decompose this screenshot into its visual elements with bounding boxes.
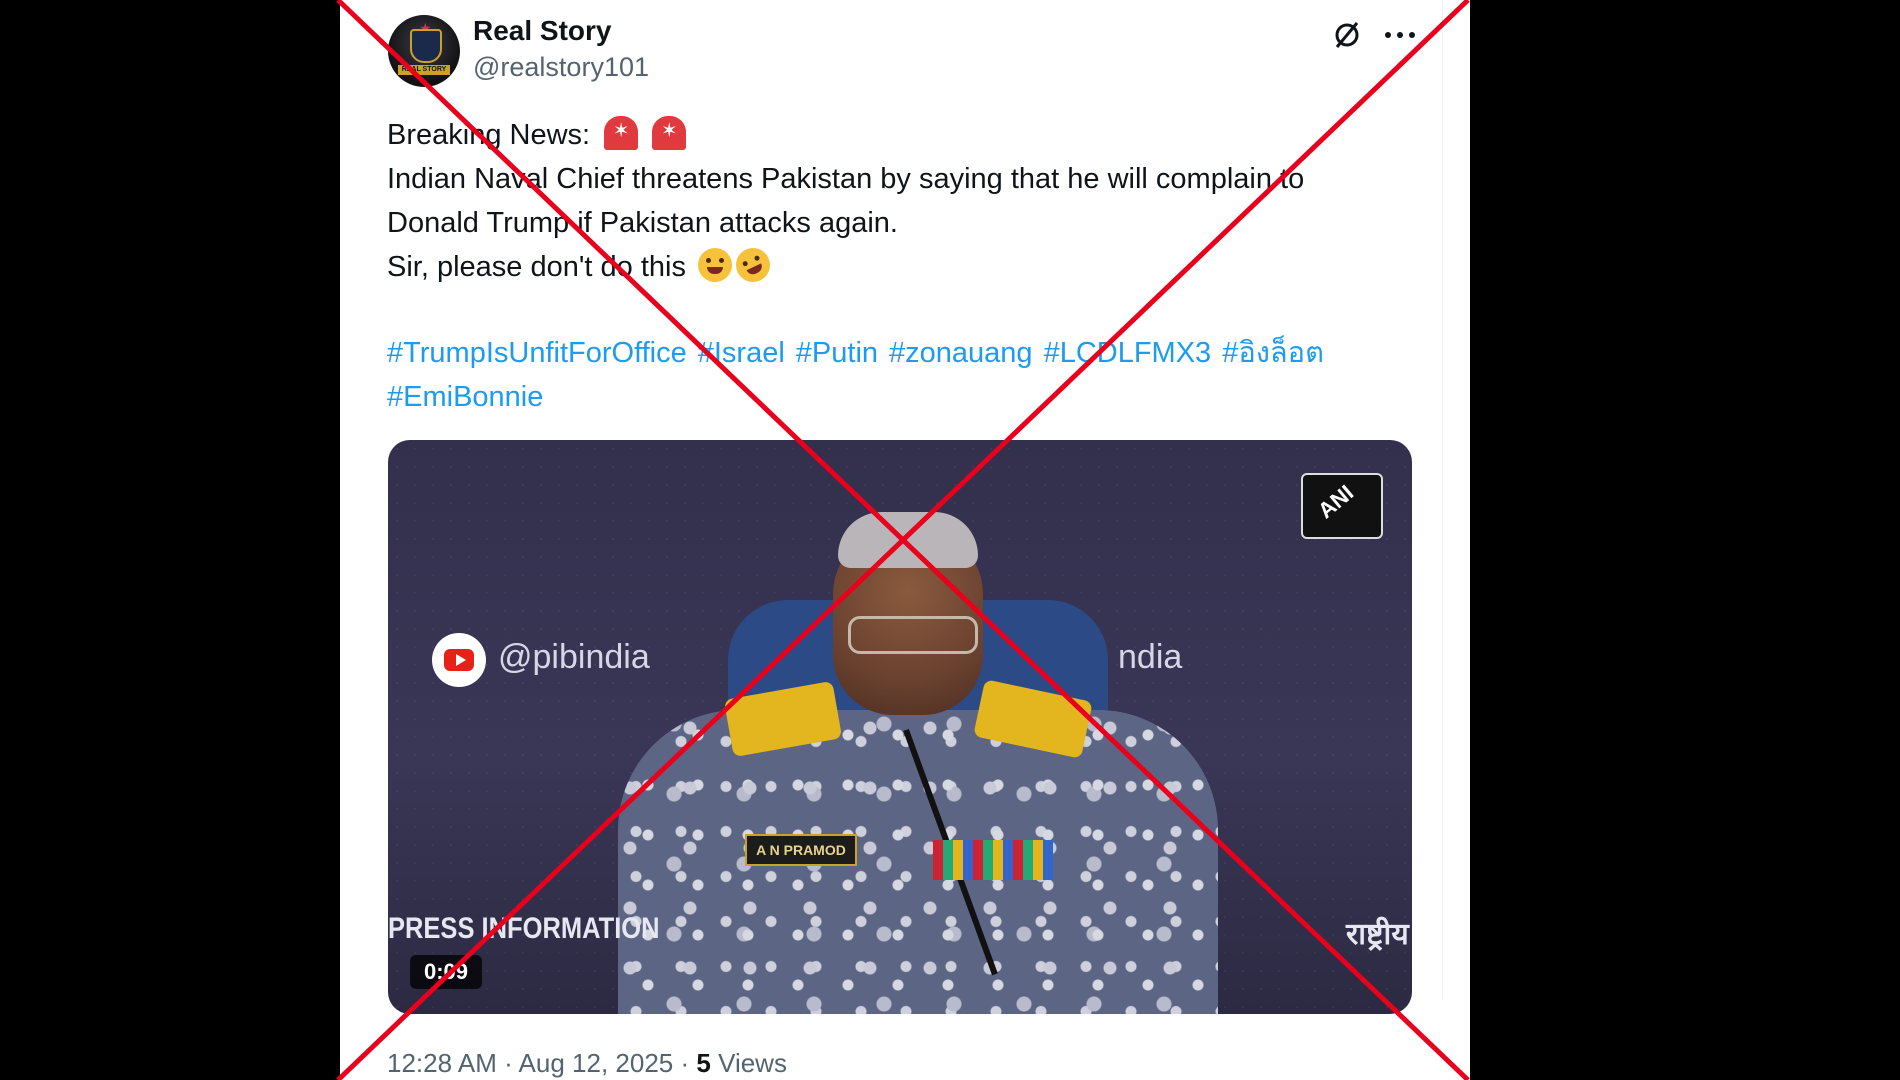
- hashtag-list: #TrumpIsUnfitForOffice #Israel #Putin #zona…: [387, 331, 1427, 419]
- views-label: Views: [718, 1048, 787, 1078]
- post-card: ★ REAL STORY Real Story @realstory101 Br…: [340, 0, 1470, 1080]
- video-watermark-handle: @pibindia: [498, 638, 650, 676]
- hashtag-link[interactable]: #TrumpIsUnfitForOffice: [387, 337, 687, 369]
- ani-logo-text: ANI: [1313, 479, 1359, 524]
- hashtag-line-2: #EmiBonnie: [387, 375, 1427, 419]
- siren-emoji-icon: [652, 116, 687, 150]
- video-officer-glasses: [848, 616, 978, 654]
- hashtag-link[interactable]: #Putin: [796, 337, 878, 369]
- post-text-line-1: Breaking News:: [387, 113, 1427, 157]
- post-text-line-4: Sir, please don't do this: [387, 242, 1427, 289]
- more-icon[interactable]: [1380, 18, 1420, 52]
- hashtag-link[interactable]: #LCDLFMX3: [1044, 337, 1212, 369]
- winking-tongue-emoji-icon: [698, 248, 733, 282]
- post-text-line-2: Indian Naval Chief threatens Pakistan by…: [387, 163, 1305, 195]
- card-border: [1442, 0, 1443, 1000]
- youtube-icon: [432, 633, 486, 687]
- video-player[interactable]: @pibindia ndia A N PRAMOD PRESS INFORMAT…: [388, 440, 1412, 1014]
- video-medal-ribbons: [933, 840, 1053, 880]
- hashtag-link[interactable]: #EmiBonnie: [387, 381, 543, 413]
- video-name-tag: A N PRAMOD: [745, 834, 857, 866]
- video-duration-badge: 0:09: [410, 955, 483, 989]
- video-banner-text: PRESS INFORMATION: [388, 912, 660, 945]
- author-display-name[interactable]: Real Story: [473, 15, 612, 47]
- post-text-plea: Sir, please don't do this: [387, 251, 686, 283]
- post-text: Breaking News: Indian Naval Chief threat…: [387, 113, 1427, 289]
- post-date[interactable]: Aug 12, 2025: [519, 1048, 674, 1078]
- post-meta: 12:28 AM · Aug 12, 2025 · 5 Views: [387, 1048, 787, 1079]
- hashtag-link[interactable]: #อิงล็อต: [1222, 337, 1324, 369]
- video-banner-text-hindi: राष्ट्रीय: [1346, 918, 1409, 951]
- hashtag-link[interactable]: #zonauang: [889, 337, 1033, 369]
- views-count: 5: [696, 1048, 711, 1078]
- post-text-line-3: Donald Trump if Pakistan attacks again.: [387, 207, 898, 239]
- post-time[interactable]: 12:28 AM: [387, 1048, 497, 1078]
- video-officer-hair: [838, 512, 978, 568]
- avatar[interactable]: ★ REAL STORY: [388, 15, 460, 87]
- siren-emoji-icon: [604, 116, 639, 150]
- post-text-breaking: Breaking News:: [387, 119, 591, 151]
- author-handle[interactable]: @realstory101: [473, 52, 649, 83]
- avatar-crest-icon: [410, 29, 442, 63]
- grok-icon[interactable]: [1330, 18, 1364, 52]
- ani-logo-icon: ANI: [1301, 473, 1383, 539]
- avatar-ribbon-text: REAL STORY: [398, 65, 450, 75]
- hashtag-line-1: #TrumpIsUnfitForOffice #Israel #Putin #zona…: [387, 331, 1427, 375]
- meta-separator: ·: [680, 1048, 697, 1078]
- rofl-emoji-icon: [730, 242, 776, 288]
- video-watermark-handle-partial: ndia: [1118, 638, 1183, 676]
- meta-separator: ·: [504, 1048, 519, 1078]
- hashtag-link[interactable]: #Israel: [698, 337, 785, 369]
